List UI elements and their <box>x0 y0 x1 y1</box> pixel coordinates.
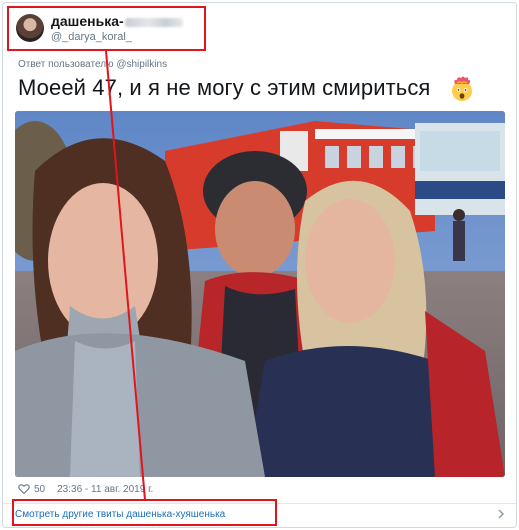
reply-mention-link[interactable]: @shipilkins <box>116 59 167 70</box>
highlight-box-more-link <box>12 499 277 526</box>
reply-prefix: Ответ пользователю <box>18 59 114 70</box>
tweet-photo[interactable] <box>15 111 505 477</box>
heart-icon[interactable] <box>18 483 30 495</box>
tweet-meta: 50 23:36 - 11 авг. 2019 г. <box>18 483 153 495</box>
selfie-photo-illustration <box>15 111 505 477</box>
like-count[interactable]: 50 <box>34 484 45 495</box>
reply-to-line: Ответ пользователю @shipilkins <box>18 59 167 70</box>
tweet-card: дашенька- @_darya_koral_ Ответ пользоват… <box>2 2 517 528</box>
chevron-right-icon[interactable] <box>497 509 505 519</box>
tweet-timestamp[interactable]: 23:36 - 11 авг. 2019 г. <box>57 484 153 495</box>
tweet-text: Моеей 47, и я не могу с этим смириться <box>18 75 431 100</box>
highlight-box-author <box>7 6 206 51</box>
exploding-head-emoji <box>452 76 472 101</box>
